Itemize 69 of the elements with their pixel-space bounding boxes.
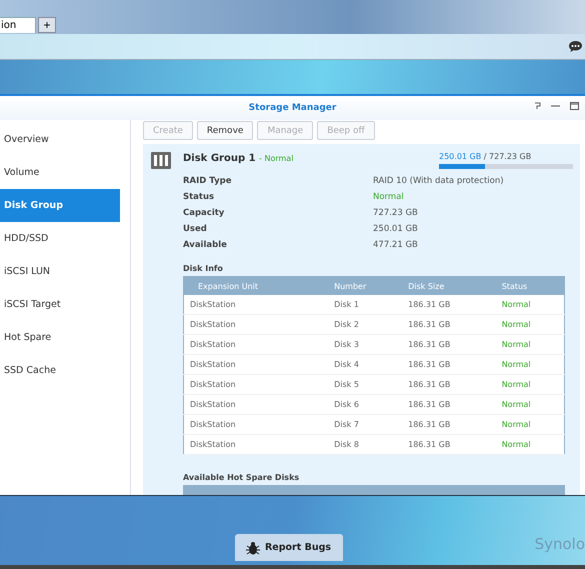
table-cell: 186.31 GB — [402, 295, 496, 315]
table-cell: 186.31 GB — [402, 374, 496, 395]
disk-group-icon — [151, 152, 171, 169]
property-value: 250.01 GB — [373, 223, 419, 236]
table-cell: 186.31 GB — [402, 354, 496, 375]
property-label: Status — [183, 191, 216, 204]
bug-icon — [246, 540, 260, 554]
table-cell: 186.31 GB — [402, 414, 496, 435]
property-label: Used — [183, 223, 208, 236]
table-cell: DiskStation — [184, 394, 328, 415]
table-cell: Disk 7 — [328, 414, 402, 435]
table-cell: Disk 3 — [328, 334, 402, 355]
property-value: 727.23 GB — [373, 207, 419, 220]
report-bugs-button[interactable]: Report Bugs — [234, 534, 342, 561]
property-label: Capacity — [183, 207, 226, 220]
table-cell: Disk 1 — [328, 295, 402, 315]
sidebar-item[interactable]: Hot Spare — [0, 321, 120, 354]
table-cell: DiskStation — [184, 354, 328, 375]
property-label: RAID Type — [183, 175, 232, 188]
property-value: RAID 10 (With data protection) — [373, 175, 505, 188]
section-title: Disk Info — [182, 264, 224, 274]
column-header: Disk Size — [402, 276, 496, 296]
sidebar-item[interactable]: HDD/SSD — [0, 222, 120, 255]
table-cell: 186.31 GB — [402, 394, 496, 415]
section-title: Available Hot Spare Disks — [182, 473, 300, 482]
table-cell: 186.31 GB — [402, 314, 496, 335]
sidebar-item[interactable]: Disk Group — [0, 189, 120, 222]
property-value: Normal — [373, 191, 405, 204]
column-header: Status — [496, 276, 564, 296]
browser-tab[interactable]: ion — [0, 17, 36, 33]
table-cell: Normal — [496, 434, 564, 455]
table-cell: DiskStation — [184, 295, 328, 315]
property-value: 477.21 GB — [373, 239, 419, 252]
table-cell: DiskStation — [184, 434, 328, 455]
table-cell: Normal — [496, 354, 564, 375]
table-cell: Disk 6 — [328, 394, 402, 415]
brand-text: Synolo — [534, 535, 585, 553]
new-tab-button[interactable]: + — [38, 17, 56, 33]
window-title: Storage Manager — [248, 103, 336, 113]
column-header: Expansion Unit — [184, 276, 328, 296]
chat-icon[interactable] — [568, 40, 583, 53]
table-cell: Disk 8 — [328, 434, 402, 455]
sidebar-item[interactable]: Overview — [0, 123, 120, 156]
help-icon[interactable] — [534, 102, 541, 110]
table-cell: Disk 2 — [328, 314, 402, 335]
table-cell: Normal — [496, 314, 564, 335]
property-label: Available — [183, 239, 228, 252]
table-cell: Disk 5 — [328, 374, 402, 395]
sidebar-item[interactable]: iSCSI LUN — [0, 255, 120, 288]
table-cell: Normal — [496, 334, 564, 355]
table-cell: Normal — [496, 414, 564, 435]
column-header: Number — [328, 276, 402, 296]
table-cell: DiskStation — [184, 314, 328, 335]
table-cell: Disk 4 — [328, 354, 402, 375]
table-cell: 186.31 GB — [402, 334, 496, 355]
sidebar-item[interactable]: SSD Cache — [0, 354, 120, 387]
disk-group-title: Disk Group 1 - Normal — [183, 153, 294, 164]
sidebar-item[interactable]: Volume — [0, 156, 120, 189]
usage-text: 250.01 GB / 727.23 GB — [439, 152, 532, 161]
toolbar-button[interactable]: Remove — [196, 121, 254, 140]
maximize-icon[interactable] — [570, 102, 579, 110]
table-cell: 186.31 GB — [402, 434, 496, 455]
table-cell: DiskStation — [184, 334, 328, 355]
table-cell: Normal — [496, 374, 564, 395]
table-cell: DiskStation — [184, 374, 328, 395]
table-cell: Normal — [496, 295, 564, 315]
table-cell: DiskStation — [184, 414, 328, 435]
sidebar-item[interactable]: iSCSI Target — [0, 288, 120, 321]
table-cell: Normal — [496, 394, 564, 415]
